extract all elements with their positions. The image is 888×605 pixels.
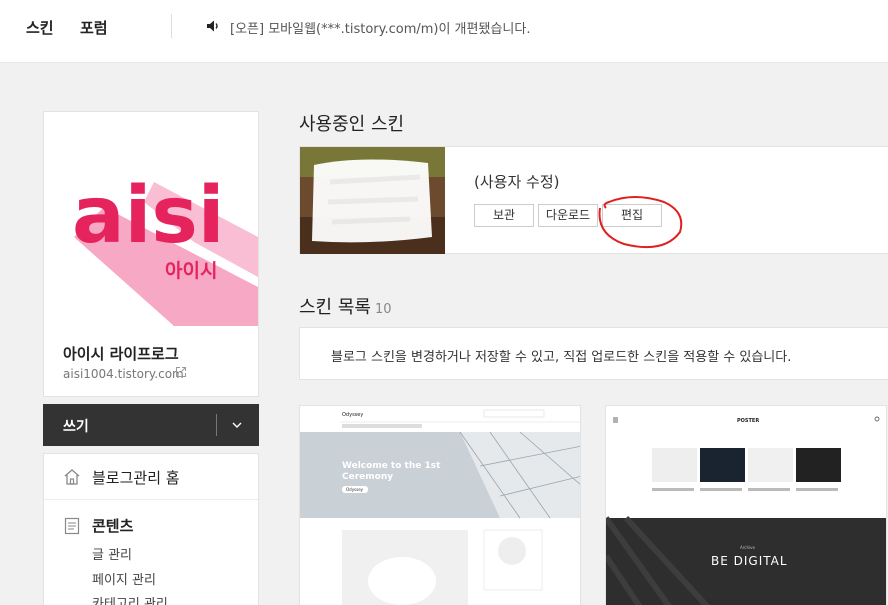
archive-button[interactable]: 보관: [474, 204, 534, 227]
logo-text: aisi: [72, 171, 225, 261]
write-button[interactable]: 쓰기: [43, 404, 259, 446]
skin-list-title: 스킨 목록 10: [299, 293, 392, 319]
external-link-icon[interactable]: [175, 366, 187, 378]
current-skin-name: (사용자 수정): [474, 173, 560, 191]
profile-card: aisi 아이시 아이시 라이프로그 aisi1004.tistory.com: [43, 111, 259, 397]
poster-hero-title: BE DIGITAL: [711, 554, 788, 568]
current-skin-title: 사용중인 스킨: [299, 114, 405, 135]
document-icon: [64, 517, 80, 535]
odyssey-hero-button: Odyssey: [346, 487, 364, 492]
home-icon: [64, 469, 80, 485]
blog-logo: aisi 아이시: [44, 112, 258, 326]
admin-menu: 블로그관리 홈 콘텐츠 글 관리 페이지 관리 카테고리 관리: [43, 453, 259, 605]
current-skin-thumbnail: [300, 147, 445, 254]
blog-url[interactable]: aisi1004.tistory.com: [63, 367, 184, 381]
skin-card-odyssey[interactable]: Odyssey Welcome to the 1st Ceremony Odyss…: [299, 405, 581, 605]
menu-item-posts[interactable]: 글 관리: [92, 544, 132, 563]
top-nav: 스킨 포럼 [오픈] 모바일웹(***.tistory.com/m)이 개편됐습…: [0, 0, 888, 63]
chevron-down-icon[interactable]: [231, 419, 243, 431]
menu-contents-label[interactable]: 콘텐츠: [92, 515, 133, 536]
current-skin-panel: (사용자 수정) 보관 다운로드 편집: [299, 146, 888, 254]
write-divider: [216, 414, 217, 436]
blog-name[interactable]: 아이시 라이프로그: [63, 343, 179, 364]
poster-logo: POSTER: [737, 418, 759, 424]
menu-item-categories[interactable]: 카테고리 관리: [92, 593, 168, 605]
skin-info-box: 블로그 스킨을 변경하거나 저장할 수 있고, 직접 업로드한 스킨을 적용할 …: [299, 327, 888, 380]
skin-count: 10: [374, 302, 392, 317]
nav-divider: [171, 14, 172, 38]
speaker-icon: [207, 20, 218, 32]
odyssey-logo: Odyssey: [342, 412, 363, 418]
skin-info-text: 블로그 스킨을 변경하거나 저장할 수 있고, 직접 업로드한 스킨을 적용할 …: [331, 350, 792, 365]
write-label: 쓰기: [63, 419, 89, 435]
edit-button[interactable]: 편집: [602, 204, 662, 227]
logo-subtext: 아이시: [165, 260, 217, 282]
poster-preview: POSTER Archive BE DIGITAL: [606, 406, 886, 605]
menu-home-label: 블로그관리 홈: [92, 469, 180, 487]
nav-skin[interactable]: 스킨: [26, 17, 54, 38]
nav-forum[interactable]: 포럼: [80, 17, 108, 38]
menu-item-home[interactable]: 블로그관리 홈: [44, 454, 258, 500]
notice-text[interactable]: [오픈] 모바일웹(***.tistory.com/m)이 개편됐습니다.: [230, 18, 530, 37]
poster-hero-small: Archive: [740, 545, 756, 550]
skin-card-poster[interactable]: POSTER Archive BE DIGITAL: [605, 405, 887, 605]
odyssey-preview: Odyssey Welcome to the 1st Ceremony Odyss…: [300, 406, 580, 605]
download-button[interactable]: 다운로드: [538, 204, 598, 227]
menu-item-pages[interactable]: 페이지 관리: [92, 569, 156, 588]
skin-list-title-text: 스킨 목록: [299, 297, 371, 318]
